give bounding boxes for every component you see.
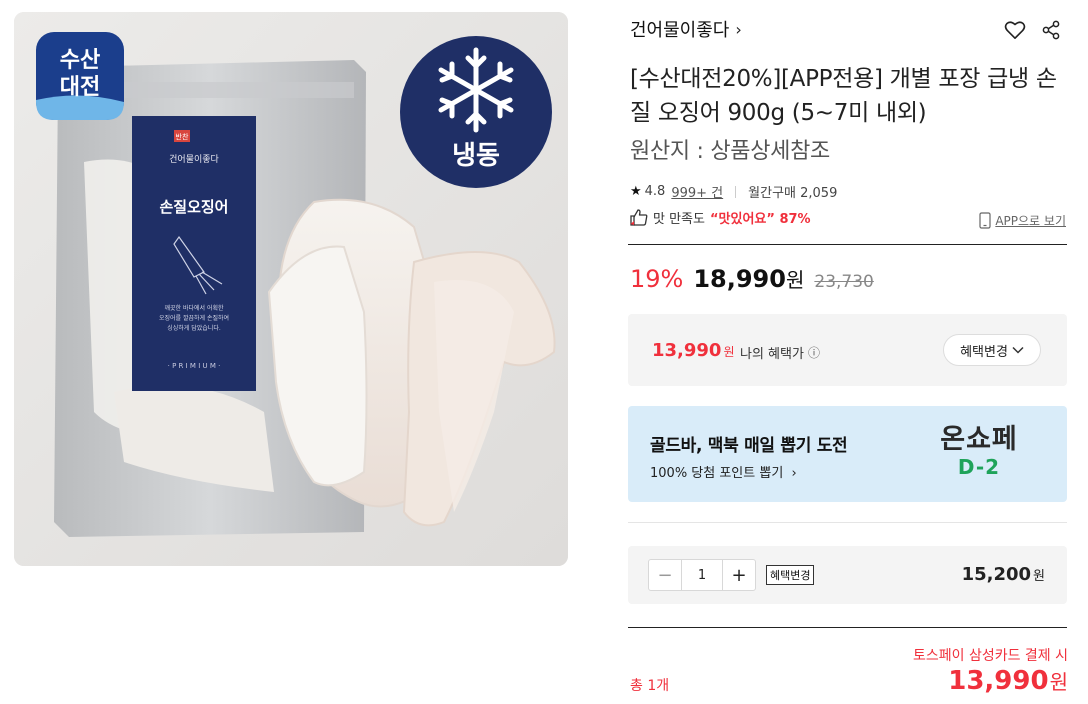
thumbs-up-icon <box>630 209 648 226</box>
product-origin: 원산지 : 상품상세참조 <box>630 139 830 164</box>
taste-satisfaction: 맛 만족도 “맛있어요” 87% <box>630 208 811 227</box>
product-image[interactable]: 반찬 건어물이좋다 손질오징어 깨끗한 바다에서 어획한 오징어를 깔끔하게 손… <box>14 12 568 566</box>
share-button[interactable] <box>1038 17 1064 43</box>
product-info-panel: 건어물이좋다 › [수산대전20%][APP전용] 개별 포장 급냉 손질 오징… <box>628 0 1068 704</box>
label-desc-1: 깨끗한 바다에서 어획한 <box>164 304 223 312</box>
app-link-label: APP으로 보기 <box>995 214 1066 228</box>
line-item-price-unit: 원 <box>1033 569 1045 584</box>
rating-row: ★ 4.8 999+ 건 월간구매 2,059 <box>630 182 837 201</box>
heart-icon <box>1004 21 1026 39</box>
section-divider <box>628 627 1067 628</box>
benefit-price-box: 13,990 원 나의 혜택가 ⓘ 혜택변경 <box>628 314 1067 386</box>
quantity-box: − 1 + 혜택변경 15,200 원 <box>628 546 1067 604</box>
total-price-unit: 원 <box>1049 670 1068 694</box>
benefit-price: 13,990 원 <box>652 340 735 361</box>
frozen-text: 냉동 <box>452 141 500 171</box>
label-product-name: 손질오징어 <box>159 198 228 216</box>
badge-line-2: 대전 <box>60 75 100 100</box>
label-tag: 반찬 <box>176 132 189 141</box>
decrease-quantity-button[interactable]: − <box>649 560 681 590</box>
product-title: [수산대전20%][APP전용] 개별 포장 급냉 손질 오징어 900g (5… <box>630 66 1057 126</box>
rating-score: 4.8 <box>644 184 666 199</box>
promo-countdown: D-2 <box>957 455 1001 479</box>
total-price: 13,990원 <box>948 666 1068 696</box>
chevron-right-icon: › <box>791 466 797 481</box>
sale-price-value: 18,990 <box>693 265 786 293</box>
benefit-price-unit: 원 <box>723 345 735 359</box>
chevron-right-icon: › <box>735 19 742 39</box>
satisfaction-value: “맛있어요” 87% <box>709 212 811 227</box>
promo-subtitle: 100% 당첨 포인트 뽑기 › <box>650 462 797 481</box>
total-price-value: 13,990 <box>948 666 1049 696</box>
total-count: 총 1개 <box>630 678 670 694</box>
price-row: 19% 18,990원 23,730 <box>630 264 874 293</box>
label-desc-2: 오징어를 깔끔하게 손질하여 <box>159 314 229 322</box>
badge-line-1: 수산 <box>60 48 100 73</box>
satisfaction-label: 맛 만족도 <box>653 212 705 227</box>
monthly-purchases: 월간구매 2,059 <box>748 186 838 201</box>
promo-banner[interactable]: 골드바, 맥북 매일 뽑기 도전 100% 당첨 포인트 뽑기 › 온쇼페 D-… <box>628 406 1067 502</box>
wishlist-button[interactable] <box>1002 17 1028 43</box>
label-brand: 건어물이좋다 <box>169 154 219 165</box>
benefit-label-text: 나의 혜택가 <box>740 347 804 362</box>
view-in-app-link[interactable]: APP으로 보기 <box>979 212 1066 229</box>
brand-link[interactable]: 건어물이좋다 › <box>630 16 742 42</box>
original-price: 23,730 <box>814 272 874 292</box>
star-icon: ★ <box>630 184 642 199</box>
line-item-price-value: 15,200 <box>961 564 1032 585</box>
sale-price: 18,990원 <box>693 264 804 293</box>
review-count-link[interactable]: 999+ 건 <box>671 182 723 201</box>
change-benefit-label: 혜택변경 <box>960 344 1008 360</box>
change-benefit-button[interactable]: 혜택변경 <box>943 334 1041 366</box>
brand-row: 건어물이좋다 › <box>630 14 1068 44</box>
quantity-stepper: − 1 + <box>648 559 756 591</box>
increase-quantity-button[interactable]: + <box>723 560 755 590</box>
label-desc-3: 싱싱하게 담았습니다. <box>167 324 221 332</box>
sale-price-unit: 원 <box>785 268 805 292</box>
info-icon[interactable]: ⓘ <box>808 344 820 361</box>
label-premium: · P R I M I U M · <box>168 362 221 370</box>
promo-subtitle-text: 100% 당첨 포인트 뽑기 <box>650 466 784 481</box>
brand-name: 건어물이좋다 <box>630 20 730 41</box>
onshope-logo: 온쇼페 D-2 <box>924 424 1034 478</box>
discount-rate: 19% <box>630 265 684 293</box>
promo-logo-text: 온쇼페 <box>940 424 1018 455</box>
change-benefit-badge[interactable]: 혜택변경 <box>766 565 815 585</box>
benefit-price-value: 13,990 <box>652 340 722 361</box>
chevron-down-icon <box>1012 346 1024 354</box>
share-icon <box>1042 20 1060 40</box>
benefit-label: 나의 혜택가 ⓘ <box>740 343 820 362</box>
section-divider <box>628 522 1067 523</box>
promo-title: 골드바, 맥북 매일 뽑기 도전 <box>650 436 848 456</box>
mobile-phone-icon <box>979 212 991 229</box>
section-divider <box>628 244 1067 245</box>
quantity-value[interactable]: 1 <box>681 560 723 590</box>
divider <box>735 185 737 198</box>
payment-note: 토스페이 삼성카드 결제 시 <box>912 648 1068 664</box>
line-item-price: 15,200 원 <box>962 564 1045 585</box>
